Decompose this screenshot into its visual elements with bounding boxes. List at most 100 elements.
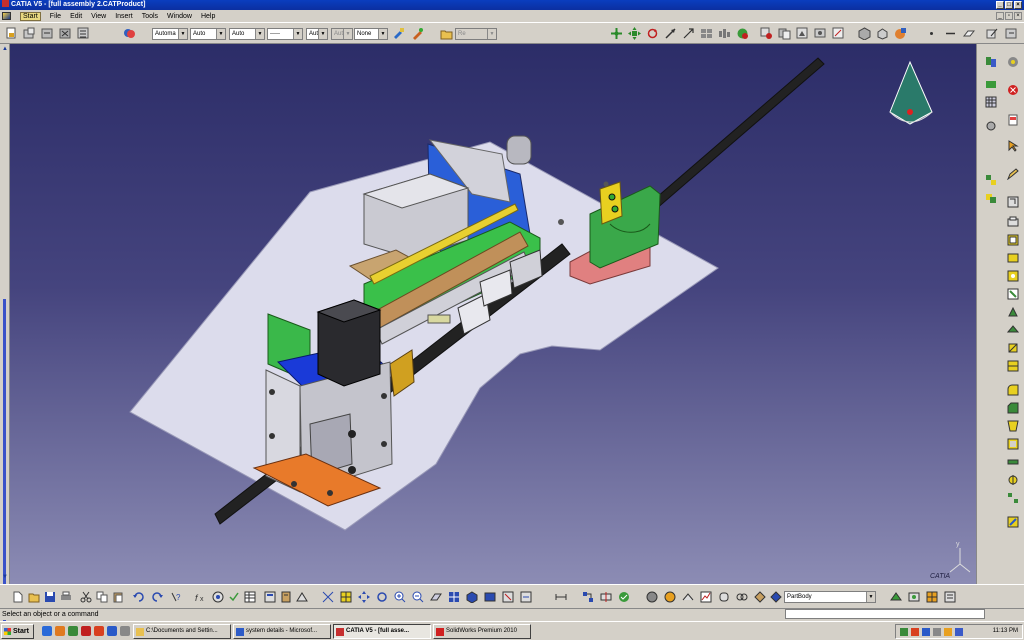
select-icon[interactable] [340, 591, 352, 603]
undo-icon[interactable] [132, 591, 144, 603]
doc-close-button[interactable]: × [1014, 12, 1022, 20]
catalog-icon[interactable] [280, 591, 292, 603]
pad-icon[interactable] [1007, 216, 1019, 228]
pattern-icon[interactable] [1007, 492, 1019, 504]
menu-edit[interactable]: Edit [70, 13, 82, 20]
menu-window[interactable]: Window [167, 13, 192, 20]
mirror-icon[interactable] [1007, 474, 1019, 486]
cylinder-icon[interactable] [718, 591, 730, 603]
pan-icon[interactable] [628, 27, 641, 40]
swap-visible-space-icon[interactable] [778, 27, 791, 40]
line-icon[interactable] [944, 27, 957, 40]
thickness-icon[interactable] [1007, 456, 1019, 468]
capture-icon[interactable] [814, 27, 827, 40]
cursor-icon[interactable] [1007, 140, 1019, 152]
rear-motor-cylinder[interactable] [506, 135, 532, 165]
line-thickness-combo[interactable]: Auto [229, 28, 265, 40]
normal-view-icon[interactable] [682, 27, 695, 40]
isometric-view-icon[interactable] [858, 27, 871, 40]
3d-viewport[interactable]: y CATIA [10, 44, 976, 584]
clash-icon[interactable] [985, 192, 997, 204]
menu-tools[interactable]: Tools [142, 13, 158, 20]
copy-icon[interactable] [96, 591, 108, 603]
update-icon[interactable] [618, 591, 630, 603]
tree-expand-icon[interactable] [1005, 27, 1018, 40]
define-in-work-object-icon[interactable] [770, 591, 782, 603]
quick-view-icon[interactable] [718, 27, 731, 40]
product-part-icon[interactable] [23, 27, 36, 40]
task-word[interactable]: system details - Microsof... [233, 624, 331, 639]
menu-start[interactable]: Start [20, 11, 41, 21]
explode-icon[interactable] [985, 174, 997, 186]
multi-view-icon[interactable] [700, 27, 713, 40]
menu-insert[interactable]: Insert [115, 13, 133, 20]
grid-icon[interactable] [985, 96, 997, 108]
scaling-icon[interactable] [1007, 516, 1019, 528]
sectioning-icon[interactable] [664, 591, 676, 603]
scroll-up-icon[interactable]: ▲ [2, 46, 8, 52]
tray-volume-icon[interactable] [933, 628, 941, 636]
fly-mode-icon[interactable] [610, 27, 623, 40]
app-quicklaunch-icon[interactable] [81, 626, 91, 636]
texture-icon[interactable] [926, 591, 938, 603]
sphere-icon[interactable] [985, 120, 997, 132]
graph-tree-reorder-icon[interactable] [77, 27, 90, 40]
environment-icon[interactable] [908, 591, 920, 603]
view-cube-icon[interactable] [466, 591, 478, 603]
measure-between-icon[interactable] [555, 591, 567, 603]
firefox-quicklaunch-icon[interactable] [55, 626, 65, 636]
help-icon[interactable]: ? [170, 591, 182, 603]
constraint-icon[interactable] [582, 591, 594, 603]
command-input[interactable] [785, 609, 985, 619]
manipulation-icon[interactable] [985, 78, 997, 90]
sketch-plane-icon[interactable] [1007, 196, 1019, 208]
tray-power-icon[interactable] [955, 628, 963, 636]
chamfer-icon[interactable] [1007, 402, 1019, 414]
new-icon[interactable] [12, 591, 24, 603]
render-style-icon[interactable] [894, 27, 907, 40]
desktop-quicklaunch-icon[interactable] [68, 626, 78, 636]
doc-restore-button[interactable]: ▫ [1005, 12, 1013, 20]
shading-icon[interactable] [736, 27, 749, 40]
tray-bluetooth-icon[interactable] [922, 628, 930, 636]
analysis-icon[interactable] [700, 591, 712, 603]
groove-icon[interactable] [1007, 270, 1019, 282]
save-icon[interactable] [44, 591, 56, 603]
stiffener-icon[interactable] [1007, 342, 1019, 354]
zoom-in-out-icon[interactable] [664, 27, 677, 40]
shell-icon[interactable] [1007, 438, 1019, 450]
snap-icon[interactable] [1007, 56, 1019, 68]
pdf-quicklaunch-icon[interactable] [94, 626, 104, 636]
menu-help[interactable]: Help [201, 13, 215, 20]
fix-component-icon[interactable] [600, 591, 612, 603]
start-button[interactable]: Start [1, 624, 34, 639]
ie-quicklaunch-icon[interactable] [42, 626, 52, 636]
slot-icon[interactable] [1007, 324, 1019, 336]
assembly-model[interactable]: y CATIA [10, 44, 976, 584]
sketch-icon[interactable] [986, 27, 999, 40]
tray-security-icon[interactable] [911, 628, 919, 636]
rotate-icon[interactable] [646, 27, 659, 40]
lead-rod-far[interactable] [641, 57, 825, 217]
print-icon[interactable] [60, 591, 72, 603]
misc-quicklaunch-icon[interactable] [120, 626, 130, 636]
hole-icon[interactable] [1007, 288, 1019, 300]
task-explorer[interactable]: C:\Documents and Settin... [133, 624, 231, 639]
formula-icon[interactable]: fx [195, 591, 207, 603]
cut-icon[interactable] [80, 591, 92, 603]
close-button[interactable]: × [1014, 1, 1022, 9]
render-icon[interactable] [890, 591, 902, 603]
paste-icon[interactable] [112, 591, 124, 603]
tray-update-icon[interactable] [944, 628, 952, 636]
law-icon[interactable] [296, 591, 308, 603]
new-product-icon[interactable] [5, 27, 18, 40]
replace-component-icon[interactable] [59, 27, 72, 40]
word-quicklaunch-icon[interactable] [107, 626, 117, 636]
shaft-icon[interactable] [1007, 252, 1019, 264]
pocket-icon[interactable] [1007, 234, 1019, 246]
catalog-browser-icon[interactable] [944, 591, 956, 603]
yellow-clamp[interactable] [599, 181, 623, 225]
normal-view-plane-icon[interactable] [430, 591, 442, 603]
intersection-icon[interactable] [736, 591, 748, 603]
rib-icon[interactable] [1007, 306, 1019, 318]
